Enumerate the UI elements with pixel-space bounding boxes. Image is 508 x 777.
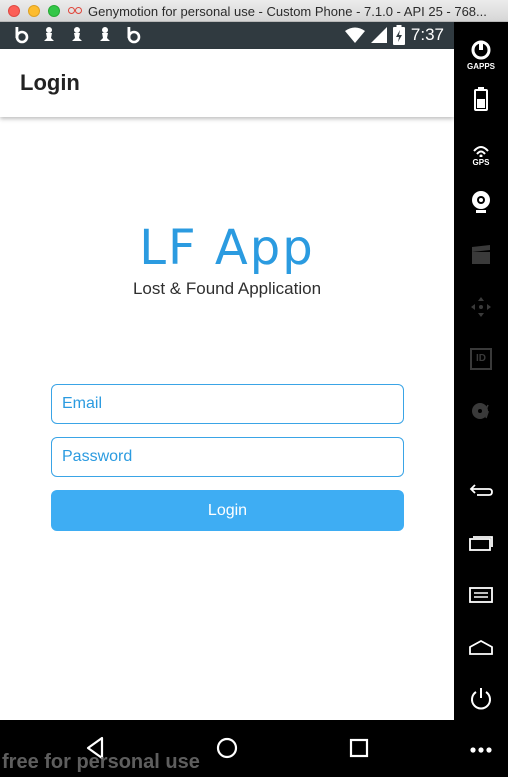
watermark: free for personal use: [2, 751, 200, 773]
notification-b-icon: [15, 27, 29, 44]
menu-tool-button[interactable]: [466, 580, 496, 610]
gps-icon: [473, 146, 489, 157]
email-field[interactable]: [51, 384, 404, 424]
battery-tool-icon: [474, 87, 488, 111]
dpad-icon: [471, 297, 491, 317]
wifi-icon: [344, 27, 365, 43]
window-maximize-button[interactable]: [48, 5, 60, 17]
more-dots-icon: [470, 747, 492, 753]
window-title: Genymotion for personal use - Custom Pho…: [88, 3, 487, 19]
phone-screen: 7:37 Login LF App Lost & Found Applicati…: [0, 22, 454, 777]
disk-icon: [472, 403, 490, 419]
home-nav-icon[interactable]: [213, 734, 241, 762]
webcam-icon: [472, 191, 490, 213]
power-button[interactable]: [466, 684, 496, 714]
cell-signal-icon: [370, 27, 387, 43]
status-right: 7:37: [344, 25, 444, 45]
app-bar: Login: [0, 49, 454, 117]
gapps-icon: [471, 40, 491, 60]
side-toolbar: GAPPS GPS ID: [454, 22, 508, 777]
battery-button[interactable]: [466, 84, 496, 114]
back-arrow-icon: [469, 484, 493, 496]
clapperboard-icon: [472, 245, 490, 264]
home-tool-button[interactable]: [466, 632, 496, 662]
recent-apps-tool-button[interactable]: [466, 528, 496, 558]
notification-pin-icon: [44, 27, 54, 41]
notification-pin-icon: [72, 27, 82, 41]
login-button[interactable]: Login: [51, 490, 404, 531]
gapps-button[interactable]: GAPPS: [466, 36, 496, 71]
recent-apps-icon: [469, 536, 493, 551]
battery-icon: [392, 25, 405, 45]
window-close-button[interactable]: [8, 5, 20, 17]
webcam-button[interactable]: [466, 187, 496, 217]
page-title: Login: [20, 70, 80, 95]
home-tool-icon: [469, 639, 493, 655]
gps-label: GPS: [472, 158, 490, 167]
id-label: ID: [476, 353, 486, 364]
notification-b-icon: [127, 27, 141, 44]
more-button[interactable]: [466, 735, 496, 765]
menu-icon: [469, 587, 493, 603]
genymotion-icon: [68, 6, 84, 16]
notification-icons: [12, 26, 142, 44]
gapps-label: GAPPS: [466, 62, 495, 71]
power-icon: [471, 688, 491, 710]
status-time: 7:37: [410, 25, 444, 44]
status-bar: 7:37: [0, 22, 454, 49]
app-logo-subtitle: Lost & Found Application: [132, 279, 322, 298]
disk-io-button[interactable]: [466, 396, 496, 426]
notification-pin-icon: [100, 27, 110, 41]
recents-nav-icon[interactable]: [345, 734, 373, 762]
gps-button[interactable]: GPS: [466, 136, 496, 167]
video-capture-button[interactable]: [466, 240, 496, 270]
window-minimize-button[interactable]: [28, 5, 40, 17]
dpad-button[interactable]: [466, 292, 496, 322]
window-title-wrap: Genymotion for personal use - Custom Pho…: [68, 0, 508, 22]
password-field[interactable]: [51, 437, 404, 477]
app-logo-title: LF App: [139, 220, 315, 276]
device-id-button[interactable]: ID: [466, 344, 496, 374]
back-tool-button[interactable]: [466, 475, 496, 505]
window-titlebar: Genymotion for personal use - Custom Pho…: [0, 0, 508, 22]
